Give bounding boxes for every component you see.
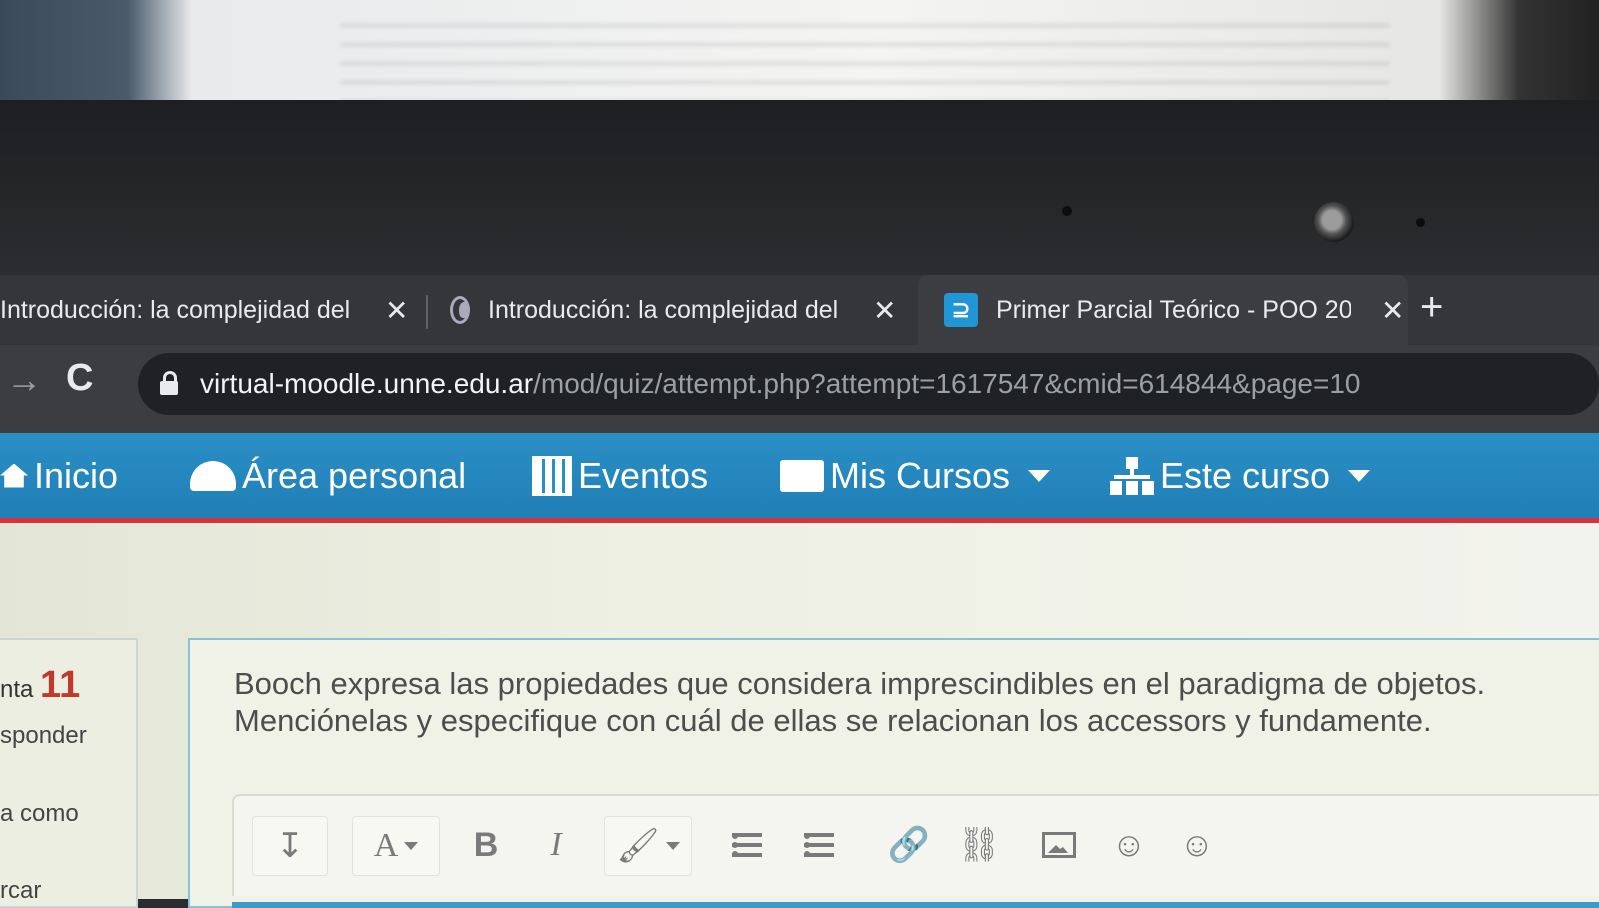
question-number: nta 11 [0, 664, 80, 707]
nav-label: Este curso [1160, 454, 1331, 496]
emoji-icon: ☺ [1179, 825, 1215, 864]
nav-este-curso[interactable]: Este curso [1110, 433, 1371, 518]
question-status: sponder [0, 722, 87, 749]
caret-down-icon [665, 842, 680, 850]
forward-arrow-icon[interactable]: → [6, 359, 42, 401]
question-formulation: Booch expresa las propiedades que consid… [188, 638, 1599, 908]
bold-button[interactable]: B [464, 816, 508, 874]
home-icon [0, 463, 28, 488]
url-host: virtual-moodle.unne.edu.ar [200, 368, 534, 399]
sensor-dot [1416, 218, 1425, 227]
italic-icon: I [550, 826, 562, 863]
nav-label: Mis Cursos [830, 454, 1011, 496]
tab-strip: Introducción: la complejidad del ✕ Intro… [0, 275, 1599, 345]
url-path: /mod/quiz/attempt.php?attempt=1617547&cm… [533, 368, 1361, 399]
question-number-value: 11 [40, 664, 81, 706]
ordered-list-button[interactable] [794, 816, 844, 874]
close-tab-icon[interactable]: ✕ [1381, 294, 1404, 327]
ordered-list-icon [804, 833, 834, 857]
moodle-navbar: Inicio Área personal Eventos Mis Cursos … [0, 433, 1599, 523]
dashboard-icon [190, 460, 236, 491]
close-tab-icon[interactable]: ✕ [873, 294, 896, 327]
bold-icon: B [473, 825, 499, 864]
caret-down-icon [1348, 469, 1371, 482]
url-text: virtual-moodle.unne.edu.ar/mod/quiz/atte… [200, 368, 1361, 400]
emoji-icon: ☺ [1111, 825, 1147, 864]
nav-area-personal[interactable]: Área personal [190, 433, 466, 518]
globe-icon [440, 295, 470, 325]
tab-title: Primer Parcial Teórico - POO 202 [996, 295, 1351, 324]
font-icon: A [373, 827, 399, 864]
moodle-favicon-icon: ⊇ [944, 293, 978, 327]
unlink-icon: ⛓ [957, 826, 1001, 864]
emoji-button[interactable]: ☺ [1172, 816, 1222, 874]
browser-tab[interactable]: Introducción: la complejidad del ✕ [440, 275, 910, 345]
unordered-list-icon [732, 833, 762, 857]
blurred-paper [340, 8, 1390, 103]
nav-label: Área personal [242, 454, 467, 496]
sitemap-icon [1110, 456, 1154, 495]
lock-icon[interactable] [160, 371, 178, 395]
flag-question-link[interactable]: rcar [0, 877, 41, 905]
caret-down-icon [1028, 469, 1051, 482]
sensor-dot [1062, 206, 1072, 216]
background-scene [0, 0, 1599, 110]
collapse-icon: ↧ [275, 827, 305, 865]
browser-toolbar: → C virtual-moodle.unne.edu.ar/mod/quiz/… [0, 345, 1599, 433]
brush-icon: 🖌 [616, 827, 660, 865]
nav-inicio[interactable]: Inicio [0, 433, 118, 518]
webcam [1314, 202, 1354, 242]
question-info: nta 11 sponder a como rcar [0, 638, 138, 908]
question-text: Booch expresa las propiedades que consid… [234, 666, 1486, 738]
link-icon: 🔗 [887, 826, 931, 864]
nav-label: Eventos [578, 454, 709, 496]
tab-separator [426, 295, 428, 329]
page-content: nta 11 sponder a como rcar Booch expresa… [0, 523, 1599, 908]
briefcase-icon [780, 459, 824, 492]
caret-down-icon [404, 842, 419, 850]
link-button[interactable]: 🔗 [884, 816, 934, 874]
question-label: nta [0, 676, 34, 703]
brush-button[interactable]: 🖌 [604, 816, 692, 876]
nav-label: Inicio [34, 454, 119, 496]
font-style-button[interactable]: A [352, 816, 440, 876]
browser-tab-active[interactable]: ⊇ Primer Parcial Teórico - POO 202 ✕ [918, 275, 1408, 345]
emoji-button[interactable]: ☺ [1104, 816, 1154, 874]
tab-title: Introducción: la complejidad del [0, 295, 351, 324]
calendar-icon [532, 455, 572, 496]
nav-eventos[interactable]: Eventos [532, 433, 708, 518]
toolbar-toggle-button[interactable]: ↧ [252, 816, 328, 876]
reload-icon[interactable]: C [66, 357, 93, 400]
nav-mis-cursos[interactable]: Mis Cursos [780, 433, 1051, 518]
address-bar[interactable]: virtual-moodle.unne.edu.ar/mod/quiz/atte… [138, 353, 1599, 415]
image-button[interactable] [1034, 816, 1084, 874]
unordered-list-button[interactable] [722, 816, 772, 874]
editor-text-area-border[interactable] [232, 902, 1599, 908]
question-mark: a como [0, 800, 79, 827]
new-tab-button[interactable]: + [1420, 285, 1443, 330]
image-icon [1042, 832, 1076, 858]
laptop-bezel [0, 100, 1599, 275]
close-tab-icon[interactable]: ✕ [385, 294, 408, 327]
unlink-button[interactable]: ⛓ [954, 816, 1004, 874]
italic-button[interactable]: I [534, 816, 578, 874]
atto-editor-toolbar: ↧ A B I 🖌 🔗 ⛓ ☺ ☺ [232, 794, 1599, 896]
browser-tab[interactable]: Introducción: la complejidad del ✕ [0, 275, 420, 345]
tab-title: Introducción: la complejidad del [488, 295, 839, 324]
